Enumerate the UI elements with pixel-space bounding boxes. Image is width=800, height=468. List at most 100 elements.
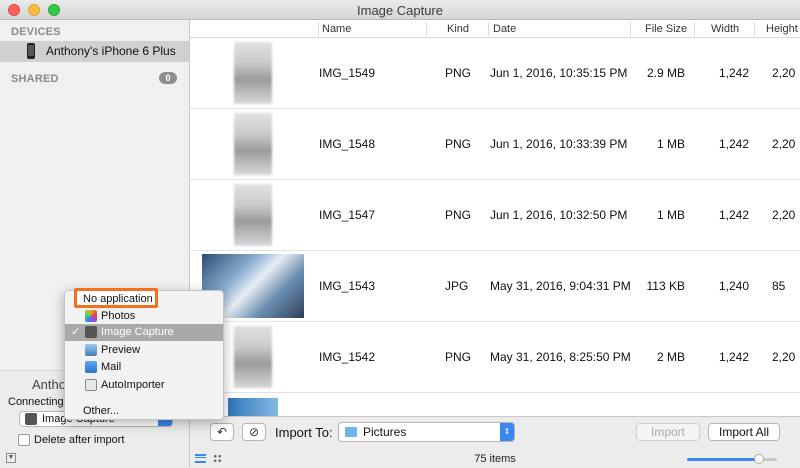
cell-date: Jun 1, 2016, 10:35:15 PM xyxy=(490,66,628,80)
column-separator xyxy=(318,22,319,36)
menu-item-no-application[interactable]: No application xyxy=(74,288,158,308)
cell-size: 1 MB xyxy=(656,137,685,151)
cell-size: 1 MB xyxy=(656,208,685,222)
shared-section-label: SHARED xyxy=(11,73,59,85)
import-button[interactable]: Import xyxy=(636,423,700,441)
cell-name: IMG_1547 xyxy=(319,208,376,222)
cell-name: IMG_1543 xyxy=(319,279,376,293)
cell-width: 1,240 xyxy=(718,279,749,293)
image-capture-icon xyxy=(25,413,37,425)
thumbnail xyxy=(228,398,278,416)
mail-icon xyxy=(85,361,97,373)
table-row[interactable]: IMG_1548 PNG Jun 1, 2016, 10:33:39 PM 1 … xyxy=(190,109,800,180)
device-name: Anthony's iPhone 6 Plus xyxy=(46,44,176,58)
devices-section-label: DEVICES xyxy=(11,26,61,38)
bottom-toolbar: ↶ ⊘ Import To: Pictures ⇕ Import Import … xyxy=(190,416,800,467)
table-row[interactable]: IMG_1549 PNG Jun 1, 2016, 10:35:15 PM 2.… xyxy=(190,38,800,109)
slider-knob[interactable] xyxy=(754,454,764,464)
cell-kind: PNG xyxy=(445,137,472,151)
menu-item-other[interactable]: Other... xyxy=(65,403,223,420)
column-file-size[interactable]: File Size xyxy=(645,23,687,35)
image-list: Name Kind Date File Size Width Height IM… xyxy=(190,20,800,416)
iphone-icon xyxy=(27,43,35,59)
delete-after-import-row[interactable]: Delete after import xyxy=(18,434,124,446)
cell-kind: PNG xyxy=(445,208,472,222)
menu-item-label: No application xyxy=(83,293,153,305)
import-all-button[interactable]: Import All xyxy=(708,423,780,441)
cell-size: 113 KB xyxy=(646,279,685,293)
thumbnail xyxy=(234,184,272,246)
thumbnail xyxy=(234,42,272,104)
menu-item-preview[interactable]: Preview xyxy=(65,342,223,359)
column-separator xyxy=(630,22,631,36)
table-row[interactable]: IMG_1542 PNG May 31, 2016, 8:25:50 PM 2 … xyxy=(190,322,800,393)
rotate-button[interactable]: ↶ xyxy=(210,423,234,441)
menu-item-label: Other... xyxy=(83,405,120,417)
delete-after-import-checkbox[interactable] xyxy=(18,434,30,446)
cell-name: IMG_1542 xyxy=(319,350,376,364)
column-name[interactable]: Name xyxy=(322,23,351,35)
cell-name: IMG_1549 xyxy=(319,66,376,80)
image-capture-icon xyxy=(85,326,97,338)
window-title: Image Capture xyxy=(357,3,443,18)
cell-date: Jun 1, 2016, 10:33:39 PM xyxy=(490,137,628,151)
cell-height: 2,20 xyxy=(772,350,796,364)
cell-width: 1,242 xyxy=(718,137,749,151)
column-separator xyxy=(488,22,489,36)
cell-size: 2 MB xyxy=(656,350,685,364)
select-stepper-icon: ⇕ xyxy=(500,423,514,441)
column-kind[interactable]: Kind xyxy=(447,23,469,35)
menu-item-label: Mail xyxy=(101,361,122,373)
rows: IMG_1549 PNG Jun 1, 2016, 10:35:15 PM 2.… xyxy=(190,38,800,393)
import-destination-select[interactable]: Pictures ⇕ xyxy=(338,422,515,442)
cell-date: Jun 1, 2016, 10:32:50 PM xyxy=(490,208,628,222)
cell-width: 1,242 xyxy=(718,66,749,80)
menu-item-label: Preview xyxy=(101,344,141,356)
cell-size: 2.9 MB xyxy=(646,66,685,80)
menu-item-image-capture[interactable]: ✓ Image Capture xyxy=(65,324,223,341)
folder-icon xyxy=(345,427,357,437)
column-separator xyxy=(694,22,695,36)
cell-date: May 31, 2016, 9:04:31 PM xyxy=(490,279,631,293)
menu-item-label: Photos xyxy=(101,310,136,322)
menu-item-photos[interactable]: Photos xyxy=(65,308,223,325)
import-to-label: Import To: xyxy=(275,425,333,440)
thumbnail xyxy=(234,113,272,175)
column-date[interactable]: Date xyxy=(493,23,516,35)
table-row[interactable]: IMG_1547 PNG Jun 1, 2016, 10:32:50 PM 1 … xyxy=(190,180,800,251)
disclosure-toggle-icon[interactable]: ▼ xyxy=(6,453,16,463)
column-header: Name Kind Date File Size Width Height xyxy=(190,20,800,38)
menu-item-label: Image Capture xyxy=(101,326,174,338)
connecting-label: Connecting t xyxy=(8,396,70,408)
cell-kind: PNG xyxy=(445,66,472,80)
checkmark-icon: ✓ xyxy=(71,326,81,338)
column-height[interactable]: Height xyxy=(766,23,798,35)
table-row[interactable]: IMG_1543 JPG May 31, 2016, 9:04:31 PM 11… xyxy=(190,251,800,322)
menu-item-autoimporter[interactable]: AutoImporter xyxy=(65,377,223,394)
cell-kind: JPG xyxy=(445,279,469,293)
cell-height: 85 xyxy=(772,279,786,293)
import-destination-value: Pictures xyxy=(363,425,407,439)
shared-count-badge: 0 xyxy=(159,72,177,84)
thumbnail-size-slider[interactable] xyxy=(687,454,777,464)
slider-fill xyxy=(687,458,759,461)
cell-width: 1,242 xyxy=(718,350,749,364)
cell-date: May 31, 2016, 8:25:50 PM xyxy=(490,350,631,364)
cell-height: 2,20 xyxy=(772,208,796,222)
menu-item-mail[interactable]: Mail xyxy=(65,359,223,376)
cell-width: 1,242 xyxy=(718,208,749,222)
photos-icon xyxy=(85,310,97,322)
menu-item-label: AutoImporter xyxy=(101,379,165,391)
autoimporter-icon xyxy=(85,379,97,391)
thumbnail xyxy=(234,326,272,388)
cell-height: 2,20 xyxy=(772,137,796,151)
column-width[interactable]: Width xyxy=(711,23,739,35)
delete-after-import-label: Delete after import xyxy=(34,434,125,446)
delete-button[interactable]: ⊘ xyxy=(242,423,266,441)
sidebar-item-device[interactable]: Anthony's iPhone 6 Plus xyxy=(0,41,189,62)
cell-kind: PNG xyxy=(445,350,472,364)
column-separator xyxy=(754,22,755,36)
cell-height: 2,20 xyxy=(772,66,796,80)
open-with-menu: Photos ✓ Image Capture Preview Mail Auto… xyxy=(64,290,224,420)
title-bar: Image Capture xyxy=(0,0,800,20)
